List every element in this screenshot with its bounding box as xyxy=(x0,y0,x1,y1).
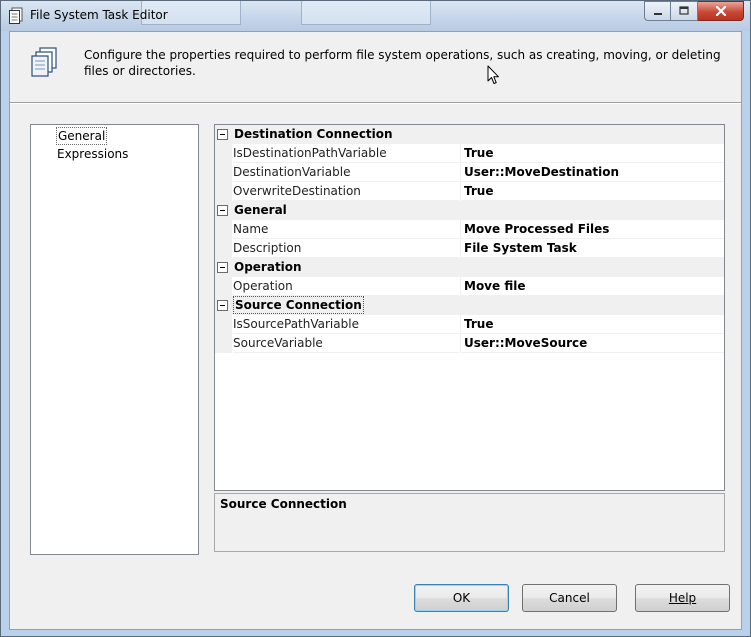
grid-gutter xyxy=(215,277,232,296)
property-value[interactable]: True xyxy=(460,315,724,334)
minimize-icon xyxy=(653,13,662,15)
property-row[interactable]: Description File System Task xyxy=(215,239,724,258)
help-button-label: Help xyxy=(668,591,697,605)
property-name: IsDestinationPathVariable xyxy=(233,144,459,163)
property-grid: Destination Connection IsDestinationPath… xyxy=(214,124,725,491)
close-button[interactable] xyxy=(698,1,744,21)
property-name: Name xyxy=(233,220,459,239)
property-value[interactable]: True xyxy=(460,144,724,163)
category-label: Operation xyxy=(234,260,302,274)
background-window-fragment xyxy=(301,1,431,25)
category-label: Source Connection xyxy=(233,296,364,314)
caption-buttons xyxy=(644,1,744,21)
cancel-button-label: Cancel xyxy=(549,591,590,605)
property-value[interactable]: File System Task xyxy=(460,239,724,258)
ok-button[interactable]: OK xyxy=(414,584,509,612)
grid-gutter xyxy=(215,182,232,201)
category-label: General xyxy=(234,203,287,217)
grid-gutter xyxy=(215,239,232,258)
copy-files-icon xyxy=(31,47,57,77)
dialog-client-area: Configure the properties required to per… xyxy=(9,31,742,630)
collapse-icon[interactable] xyxy=(217,300,228,311)
close-icon xyxy=(715,6,726,16)
property-value[interactable]: User::MoveDestination xyxy=(460,163,724,182)
category-label: Destination Connection xyxy=(234,127,393,141)
grid-gutter xyxy=(215,315,232,334)
nav-item-expressions[interactable]: Expressions xyxy=(56,146,129,162)
property-name: Description xyxy=(233,239,459,258)
description-title: Source Connection xyxy=(220,497,347,511)
collapse-icon[interactable] xyxy=(217,205,228,216)
grid-gutter xyxy=(215,163,232,182)
cancel-button[interactable]: Cancel xyxy=(522,584,617,612)
grid-gutter xyxy=(215,220,232,239)
property-name: Operation xyxy=(233,277,459,296)
collapse-icon[interactable] xyxy=(217,129,228,140)
property-value[interactable]: User::MoveSource xyxy=(460,334,724,353)
property-row[interactable]: Name Move Processed Files xyxy=(215,220,724,239)
minimize-button[interactable] xyxy=(644,1,671,21)
help-button[interactable]: Help xyxy=(635,584,730,612)
property-row[interactable]: IsDestinationPathVariable True xyxy=(215,144,724,163)
category-source-connection[interactable]: Source Connection xyxy=(215,296,724,315)
window-title: File System Task Editor xyxy=(30,8,168,22)
property-value[interactable]: True xyxy=(460,182,724,201)
property-row[interactable]: OverwriteDestination True xyxy=(215,182,724,201)
property-row[interactable]: IsSourcePathVariable True xyxy=(215,315,724,334)
maximize-button[interactable] xyxy=(671,1,698,21)
header-description: Configure the properties required to per… xyxy=(84,48,721,78)
dialog-window: File System Task Editor Configure the pr… xyxy=(0,0,751,637)
collapse-icon[interactable] xyxy=(217,262,228,273)
nav-panel: General Expressions xyxy=(30,124,199,555)
header-divider xyxy=(10,102,741,104)
nav-item-general[interactable]: General xyxy=(56,127,108,145)
property-name: IsSourcePathVariable xyxy=(233,315,459,334)
title-bar[interactable]: File System Task Editor xyxy=(1,1,750,31)
property-row[interactable]: DestinationVariable User::MoveDestinatio… xyxy=(215,163,724,182)
ok-button-label: OK xyxy=(452,591,471,605)
maximize-icon xyxy=(679,6,689,15)
grid-gutter xyxy=(215,144,232,163)
property-name: SourceVariable xyxy=(233,334,459,353)
property-value[interactable]: Move file xyxy=(460,277,724,296)
description-pane: Source Connection xyxy=(214,493,725,552)
category-operation[interactable]: Operation xyxy=(215,258,724,277)
property-value[interactable]: Move Processed Files xyxy=(460,220,724,239)
property-row[interactable]: SourceVariable User::MoveSource xyxy=(215,334,724,353)
header-band: Configure the properties required to per… xyxy=(10,32,741,90)
mouse-pointer-icon xyxy=(487,65,499,84)
property-name: DestinationVariable xyxy=(233,163,459,182)
property-name: OverwriteDestination xyxy=(233,182,459,201)
document-icon xyxy=(9,7,23,24)
category-destination-connection[interactable]: Destination Connection xyxy=(215,125,724,144)
category-general[interactable]: General xyxy=(215,201,724,220)
property-row[interactable]: Operation Move file xyxy=(215,277,724,296)
grid-gutter xyxy=(215,334,232,353)
